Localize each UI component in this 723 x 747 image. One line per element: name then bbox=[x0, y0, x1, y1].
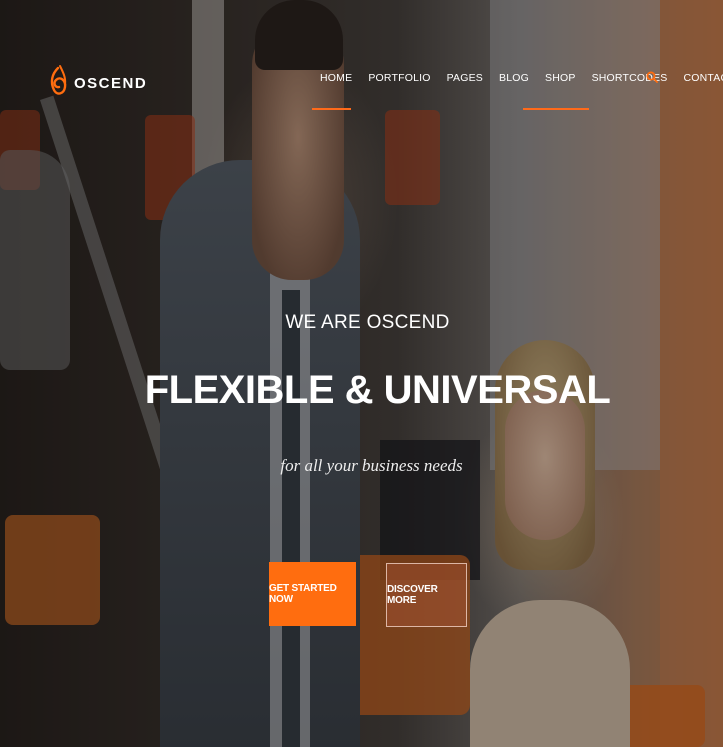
main-nav: HOME PORTFOLIO PAGES BLOG SHOP SHORTCODE… bbox=[312, 71, 723, 85]
nav-shortcodes-active-underline bbox=[523, 108, 589, 110]
nav-pages[interactable]: PAGES bbox=[439, 71, 491, 85]
nav-portfolio[interactable]: PORTFOLIO bbox=[360, 71, 438, 85]
hero-tagline: for all your business needs bbox=[280, 456, 463, 475]
nav-shortcodes[interactable]: SHORTCODES bbox=[584, 71, 676, 85]
nav-home[interactable]: HOME bbox=[312, 71, 360, 85]
site-logo[interactable]: OSCEND bbox=[48, 64, 147, 102]
nav-blog[interactable]: BLOG bbox=[491, 71, 537, 85]
nav-shop[interactable]: SHOP bbox=[537, 71, 584, 85]
hero-headline: FLEXIBLE & UNIVERSAL bbox=[144, 368, 611, 412]
logo-icon bbox=[50, 65, 67, 95]
nav-contacts[interactable]: CONTACTS bbox=[675, 71, 723, 85]
hero-eyebrow: WE ARE OSCEND bbox=[285, 312, 450, 333]
search-icon[interactable] bbox=[646, 71, 658, 83]
nav-home-active-underline bbox=[312, 108, 351, 110]
discover-more-button[interactable]: DISCOVER MORE bbox=[386, 563, 467, 627]
get-started-button[interactable]: GET STARTED NOW bbox=[269, 562, 356, 626]
logo-text: OSCEND bbox=[74, 74, 148, 92]
